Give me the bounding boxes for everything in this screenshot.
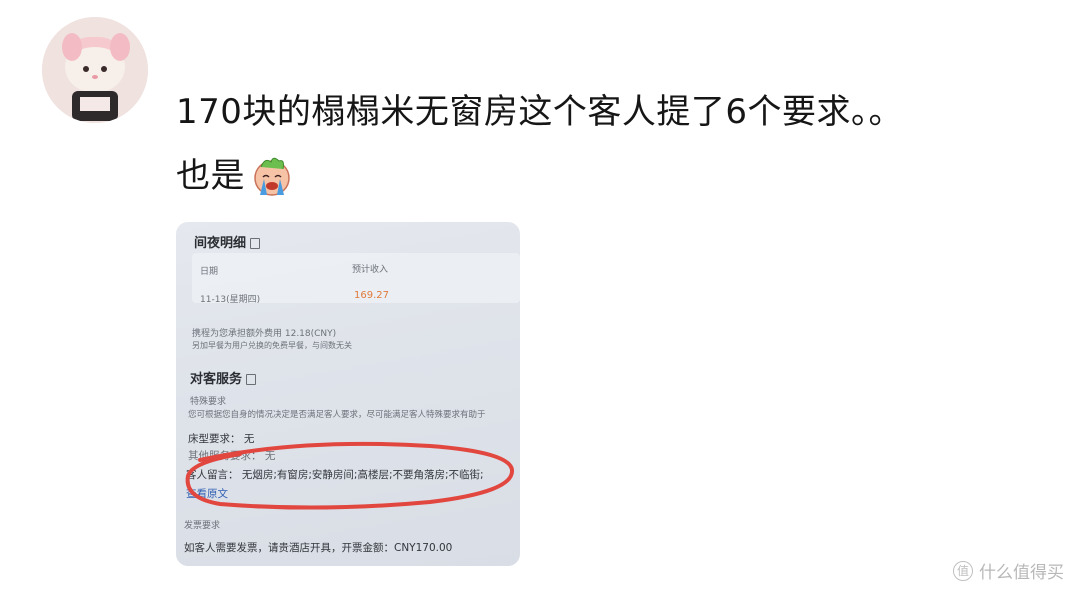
copy-icon [246, 374, 257, 385]
screenshot-content: 间夜明细 日期 预计收入 11-13(星期四) 169.27 携程为您承担额外费… [176, 222, 520, 566]
watermark: 值 什么值得买 [953, 558, 1064, 583]
col-income: 预计收入 [352, 265, 389, 275]
invoice-title: 发票要求 [184, 521, 221, 531]
post-text-line-2-label: 也是 [176, 156, 245, 196]
section-title-night-detail: 间夜明细 [194, 232, 261, 251]
breakfast-note: 另加早餐为用户兑换的免费早餐，与间数无关 [192, 341, 352, 350]
invoice-text: 如客人需要发票，请贵酒店开具，开票金额：CNY170.00 [184, 542, 453, 554]
user-avatar[interactable] [42, 17, 148, 123]
red-highlight-circle [185, 441, 514, 510]
watermark-text: 什么值得买 [979, 563, 1064, 583]
copy-icon [250, 238, 261, 249]
special-req-label: 特殊要求 [190, 397, 227, 407]
col-date: 日期 [200, 267, 219, 277]
fee-note: 携程为您承担额外费用 12.18(CNY) [192, 329, 337, 339]
smzdm-logo-icon: 值 [953, 560, 973, 581]
post-image[interactable]: 间夜明细 日期 预计收入 11-13(星期四) 169.27 携程为您承担额外费… [176, 222, 520, 566]
row-date: 11-13(星期四) [200, 295, 261, 305]
crying-face-emoji-icon [249, 153, 295, 199]
post-text-line-1: 170块的榻榻米无窗房这个客人提了6个要求。。 [176, 92, 904, 132]
section-title-guest-service: 对客服务 [190, 368, 257, 387]
post-text-line-2: 也是 [176, 153, 295, 199]
special-req-desc: 您可根据您自身的情况决定是否满足客人要求，尽可能满足客人特殊要求有助于 [188, 410, 486, 420]
row-income: 169.27 [354, 290, 389, 301]
